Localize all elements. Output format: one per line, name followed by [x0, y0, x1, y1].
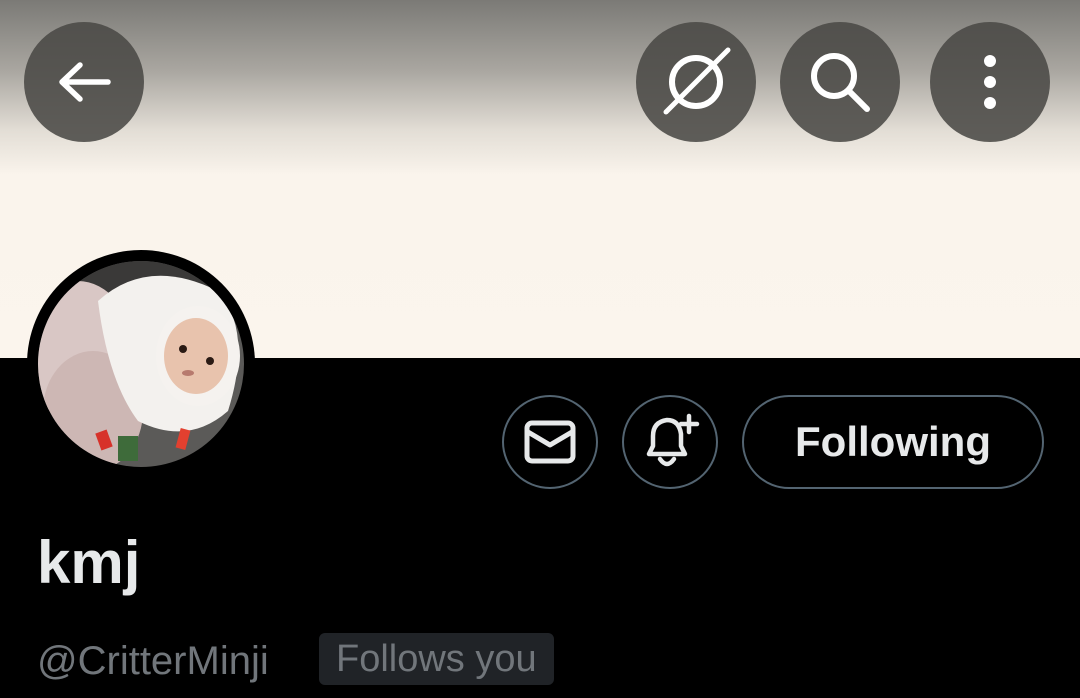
search-icon	[811, 53, 870, 112]
more-options-button[interactable]	[930, 22, 1050, 142]
user-handle: @CritterMinji	[37, 639, 269, 683]
bell-plus-icon	[646, 413, 700, 467]
avatar[interactable]	[38, 261, 244, 467]
following-button[interactable]: Following	[742, 395, 1044, 489]
display-name: kmj	[37, 529, 141, 596]
back-button[interactable]	[24, 22, 144, 142]
more-vertical-icon	[984, 55, 996, 109]
grok-slash-circle-icon	[663, 47, 731, 115]
avatar-border	[27, 250, 255, 478]
envelope-icon	[524, 420, 576, 464]
grok-button[interactable]	[636, 22, 756, 142]
notifications-button[interactable]	[622, 395, 718, 489]
following-button-label: Following	[795, 418, 991, 465]
avatar-photo	[38, 261, 244, 467]
arrow-left-icon	[59, 62, 111, 102]
message-button[interactable]	[502, 395, 598, 489]
follows-you-badge: Follows you	[319, 633, 554, 685]
search-button[interactable]	[780, 22, 900, 142]
